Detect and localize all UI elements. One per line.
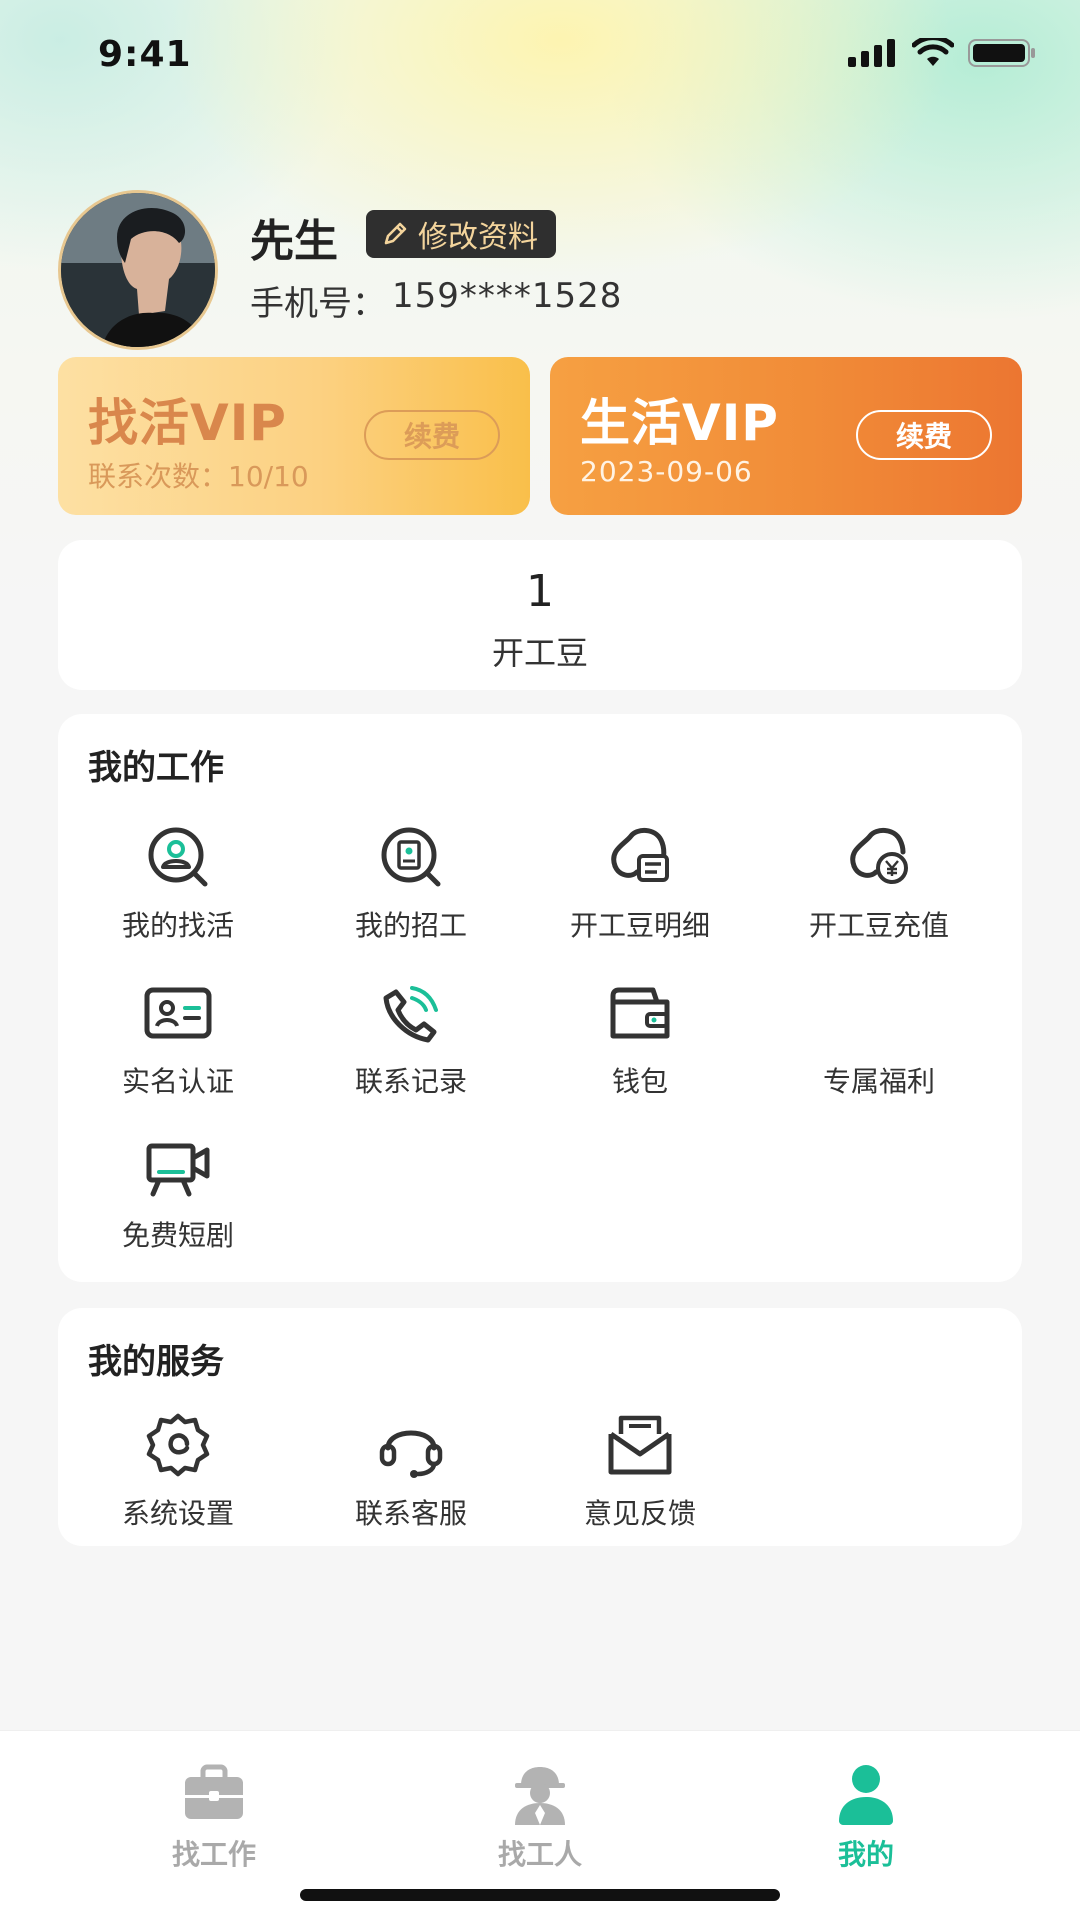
- vip-title: 找活VIP: [88, 394, 287, 452]
- find-work-vip-card[interactable]: 找活VIP 联系次数：10/10 续费: [58, 357, 530, 515]
- beans-label: 开工豆: [491, 634, 588, 672]
- grid-label: 开工豆充值: [808, 909, 949, 942]
- status-icons: [848, 38, 1038, 68]
- grid-item-feedback[interactable]: 意见反馈: [540, 1410, 740, 1532]
- grid-label: 专属福利: [822, 1065, 935, 1098]
- vip-expiry-date: 2023-09-06: [580, 455, 753, 488]
- grid-label: 我的找活: [121, 909, 234, 942]
- grid-label: 系统设置: [121, 1497, 234, 1530]
- settings-icon: [146, 1413, 210, 1477]
- edit-profile-button[interactable]: 修改资料: [366, 210, 556, 258]
- tab-label: 我的: [837, 1838, 894, 1871]
- vip-contact-count: 联系次数：10/10: [88, 460, 309, 493]
- user-name: 先生: [250, 216, 338, 267]
- grid-label: 联系客服: [354, 1497, 467, 1530]
- grid-item-my-recruitment[interactable]: 我的招工: [311, 822, 511, 944]
- phone-label: 手机号：: [250, 284, 386, 324]
- edit-profile-label: 修改资料: [418, 220, 538, 255]
- grid-label: 开工豆明细: [569, 909, 710, 942]
- grid-item-customer-service[interactable]: 联系客服: [311, 1410, 511, 1532]
- grid-label: 实名认证: [121, 1065, 234, 1098]
- grid-item-my-job-search[interactable]: 我的找活: [78, 822, 278, 944]
- home-indicator[interactable]: [300, 1889, 780, 1901]
- battery-icon: [968, 39, 1035, 67]
- grid-item-real-name-auth[interactable]: 实名认证: [78, 978, 278, 1100]
- renew-button[interactable]: 续费: [364, 410, 500, 460]
- search-worker-icon: [148, 827, 208, 887]
- grid-item-system-settings[interactable]: 系统设置: [78, 1410, 278, 1532]
- grid-label: 钱包: [611, 1065, 668, 1098]
- life-vip-card[interactable]: 生活VIP 2023-09-06 续费: [550, 357, 1022, 515]
- wallet-icon: [610, 987, 670, 1039]
- grid-label: 联系记录: [354, 1065, 467, 1098]
- status-time: 9:41: [98, 34, 192, 75]
- my-service-card: 我的服务 系统设置 联系客服 意见反馈: [58, 1308, 1022, 1546]
- signal-icon: [848, 39, 895, 67]
- pencil-icon: [384, 222, 407, 245]
- avatar[interactable]: [58, 190, 218, 350]
- renew-button[interactable]: 续费: [856, 410, 992, 460]
- status-bar: 9:41: [0, 0, 1080, 110]
- id-card-icon: [144, 987, 212, 1039]
- phone-number: 159****1528: [392, 276, 623, 316]
- grid-item-contact-records[interactable]: 联系记录: [311, 978, 511, 1100]
- grid-label: 意见反馈: [583, 1497, 696, 1530]
- tab-find-job[interactable]: 找工作: [114, 1761, 314, 1873]
- avatar-portrait: [61, 193, 215, 347]
- search-document-icon: [381, 827, 441, 887]
- tab-label: 找工人: [497, 1838, 582, 1871]
- bean-detail-icon: [611, 828, 669, 882]
- grid-label: 免费短剧: [121, 1219, 234, 1252]
- bean-recharge-icon: [850, 828, 908, 884]
- grid-label: 我的招工: [354, 909, 467, 942]
- grid-item-bean-detail[interactable]: 开工豆明细: [540, 822, 740, 944]
- profile-icon: [839, 1765, 893, 1825]
- tab-mine[interactable]: 我的: [766, 1761, 966, 1873]
- vip-title: 生活VIP: [580, 394, 779, 452]
- grid-item-exclusive-benefits[interactable]: 专属福利: [779, 978, 979, 1100]
- briefcase-icon: [185, 1764, 243, 1819]
- beans-card[interactable]: 1 开工豆: [58, 540, 1022, 690]
- my-work-card: 我的工作 我的找活 我的招工 开工豆明细 开工豆充值 实名认证 联系记录 钱包 …: [58, 714, 1022, 1282]
- feedback-mail-icon: [608, 1415, 672, 1475]
- headset-icon: [379, 1430, 443, 1478]
- video-camera-icon: [146, 1143, 210, 1197]
- section-title: 我的工作: [88, 748, 224, 788]
- beans-count: 1: [526, 566, 554, 617]
- phone-call-icon: [383, 986, 438, 1043]
- gift-icon: [844, 978, 914, 1048]
- grid-item-bean-recharge[interactable]: 开工豆充值: [779, 822, 979, 944]
- worker-icon: [515, 1767, 565, 1825]
- tab-find-worker[interactable]: 找工人: [440, 1761, 640, 1873]
- grid-item-wallet[interactable]: 钱包: [540, 978, 740, 1100]
- wifi-icon: [912, 38, 954, 66]
- section-title: 我的服务: [88, 1342, 224, 1382]
- tab-label: 找工作: [171, 1838, 256, 1871]
- phone-row: 手机号： 159****1528: [250, 276, 622, 325]
- grid-item-free-short-drama[interactable]: 免费短剧: [78, 1132, 278, 1254]
